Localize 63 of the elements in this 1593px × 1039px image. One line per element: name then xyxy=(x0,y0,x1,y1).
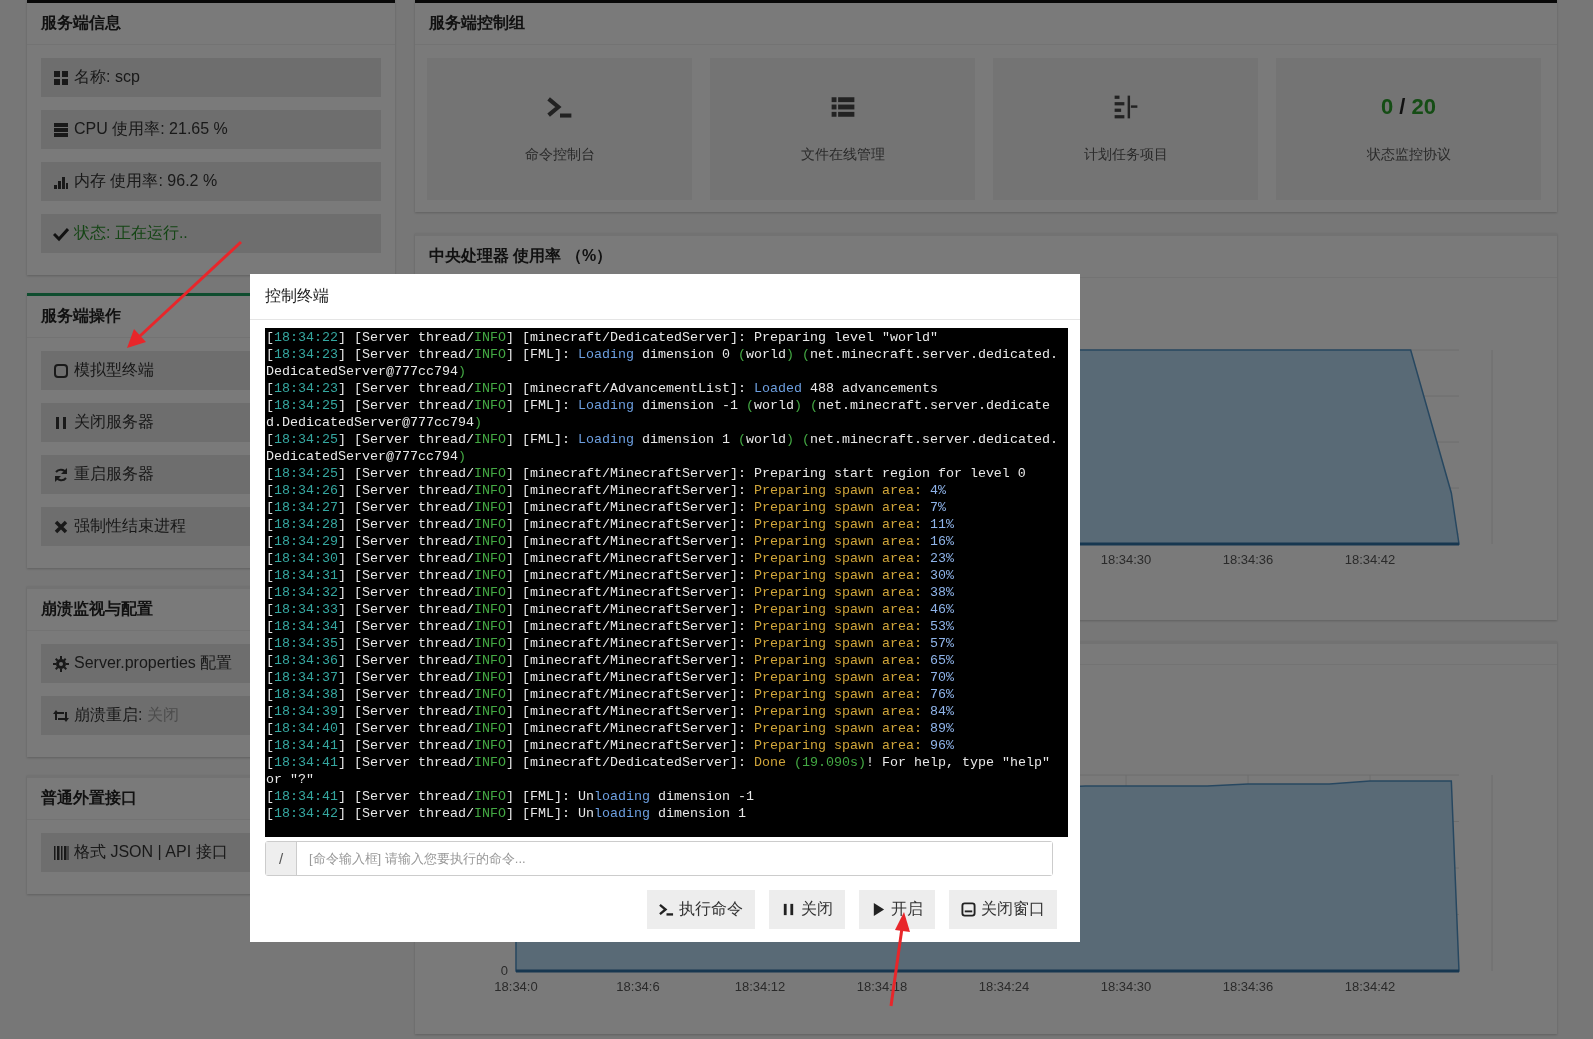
close-icon xyxy=(53,518,69,535)
info-item: 内存 使用率: 96.2 % xyxy=(41,162,381,201)
info-item: 状态: 正在运行.. xyxy=(41,214,381,253)
info-item: 名称: scp xyxy=(41,58,381,97)
terminal-icon xyxy=(659,902,674,917)
list-icon xyxy=(829,94,856,120)
log-line: [18:34:41] [Server thread/INFO] [FML]: Unloading dimension -1 xyxy=(266,788,755,805)
dialog-button[interactable]: 关闭 xyxy=(769,890,845,929)
log-line: [18:34:30] [Server thread/INFO] [minecraft/MinecraftServer]: Preparing spawn area: 23% xyxy=(266,550,955,567)
panel-title: 中央处理器 使用率 （%） xyxy=(429,246,613,266)
control-tile[interactable]: 0 / 20 状态监控协议 xyxy=(1276,58,1541,200)
panel-title: 崩溃监视与配置 xyxy=(41,599,153,619)
axis-tick-label: 18:34:42 xyxy=(1344,979,1396,994)
grid-icon xyxy=(53,69,69,86)
axis-tick-label: 18:34:30 xyxy=(1100,979,1152,994)
counter-value: 0 / 20 xyxy=(1380,94,1437,120)
tile-label: 状态监控协议 xyxy=(1366,146,1451,164)
pause-icon xyxy=(53,414,69,431)
control-tile[interactable]: 计划任务项目 xyxy=(993,58,1258,200)
log-line: [18:34:22] [Server thread/INFO] [minecraft/DedicatedServer]: Preparing level "world" xyxy=(266,329,939,346)
dialog-button[interactable]: 执行命令 xyxy=(647,890,755,929)
input-prefix: / xyxy=(266,842,297,875)
info-item: CPU 使用率: 21.65 % xyxy=(41,110,381,149)
tile-label: 计划任务项目 xyxy=(1083,146,1168,164)
server-icon xyxy=(53,121,69,138)
axis-tick-label: 18:34:42 xyxy=(1344,552,1396,567)
control-tile[interactable]: 文件在线管理 xyxy=(710,58,975,200)
window-icon xyxy=(961,902,976,917)
log-line: [18:34:41] [Server thread/INFO] [minecraft/DedicatedServer]: Done (19.090s)! For help, type "help" or "?" xyxy=(266,754,1051,788)
log-line: [18:34:31] [Server thread/INFO] [minecraft/MinecraftServer]: Preparing spawn area: 30% xyxy=(266,567,955,584)
barcode-icon xyxy=(53,844,69,861)
settings-icon xyxy=(53,655,69,672)
panel-title: 服务端控制组 xyxy=(429,13,525,33)
log-line: [18:34:34] [Server thread/INFO] [minecraft/MinecraftServer]: Preparing spawn area: 53% xyxy=(266,618,955,635)
axis-tick-label: 18:34:12 xyxy=(734,979,786,994)
axis-tick-label: 18:34:0 xyxy=(494,979,538,994)
panel-title: 服务端信息 xyxy=(41,13,121,33)
axis-tick-label: 18:34:30 xyxy=(1100,552,1152,567)
axis-tick-label: 18:34:6 xyxy=(616,979,660,994)
dialog-button[interactable]: 开启 xyxy=(859,890,935,929)
square-icon xyxy=(53,362,69,379)
axis-tick-label: 18:34:36 xyxy=(1222,979,1274,994)
item-label: 崩溃重启: xyxy=(74,705,143,725)
panel-title: 普通外置接口 xyxy=(41,788,137,808)
panel-title: 服务端操作 xyxy=(41,306,121,326)
axis-tick-label: 18:34:24 xyxy=(978,979,1030,994)
log-line: [18:34:41] [Server thread/INFO] [minecraft/MinecraftServer]: Preparing spawn area: 96% xyxy=(266,737,955,754)
refresh-icon xyxy=(53,466,69,483)
log-line: [18:34:32] [Server thread/INFO] [minecraft/MinecraftServer]: Preparing spawn area: 38% xyxy=(266,584,955,601)
pause-icon xyxy=(781,902,796,917)
tile-label: 文件在线管理 xyxy=(800,146,885,164)
play-icon xyxy=(871,902,886,917)
dialog-button[interactable]: 关闭窗口 xyxy=(949,890,1057,929)
axis-tick-label: 18:34:36 xyxy=(1222,552,1274,567)
axis-tick-label: 0 xyxy=(500,963,508,978)
log-line: [18:34:42] [Server thread/INFO] [FML]: Unloading dimension 1 xyxy=(266,805,747,822)
tile-label: 命令控制台 xyxy=(524,146,595,164)
dialog-title: 控制终端 xyxy=(265,286,329,306)
command-field[interactable]: / [命令输入框] 请输入您要执行的命令... xyxy=(265,841,1053,876)
log-line: [18:34:33] [Server thread/INFO] [minecraft/MinecraftServer]: Preparing spawn area: 46% xyxy=(266,601,955,618)
control-tile[interactable]: 命令控制台 xyxy=(427,58,692,200)
tasks-icon xyxy=(1112,94,1139,120)
check-icon xyxy=(53,225,69,242)
